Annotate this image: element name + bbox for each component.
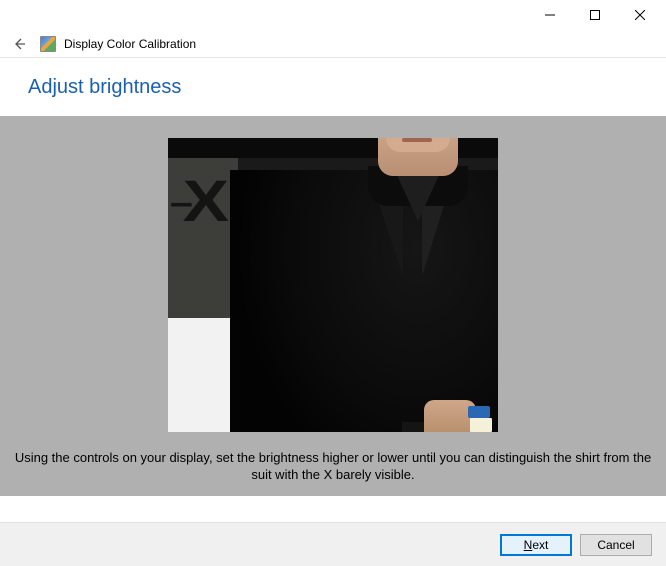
cancel-button[interactable]: Cancel (580, 534, 652, 556)
page-title: Adjust brightness (0, 58, 666, 99)
next-button[interactable]: Next (500, 534, 572, 556)
calibration-sample-image: X (168, 138, 498, 432)
app-icon (40, 36, 56, 52)
content-area: X Using the controls on your display, se… (0, 116, 666, 496)
window-title: Display Color Calibration (64, 37, 196, 51)
instruction-text: Using the controls on your display, set … (0, 449, 666, 484)
back-button[interactable] (8, 33, 30, 55)
titlebar (0, 0, 666, 30)
header: Display Color Calibration (0, 30, 666, 58)
button-bar: Next Cancel (0, 522, 666, 566)
close-button[interactable] (617, 1, 662, 29)
maximize-button[interactable] (572, 1, 617, 29)
minimize-button[interactable] (527, 1, 572, 29)
